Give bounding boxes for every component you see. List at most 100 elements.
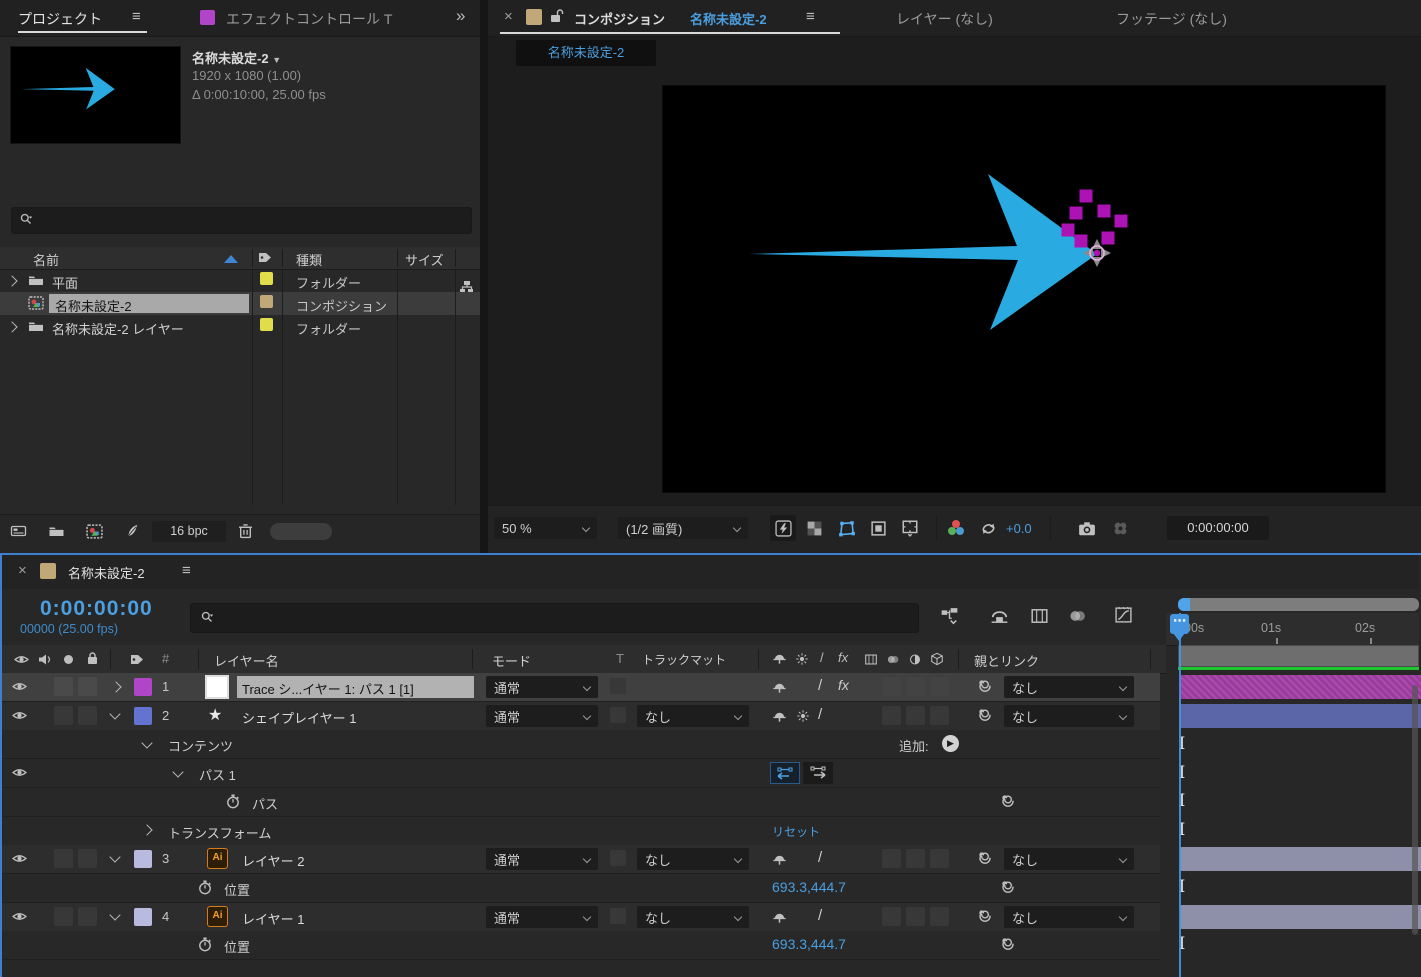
group-row-path1[interactable]: パス 1 [2, 759, 1160, 788]
column-parent-link[interactable]: 親とリンク [974, 651, 1039, 670]
solo-column-icon[interactable] [64, 655, 73, 664]
collapse-column-icon[interactable] [795, 652, 809, 666]
column-t[interactable]: T [616, 651, 624, 666]
label-column-tag-icon[interactable] [130, 653, 144, 666]
group-name[interactable]: コンテンツ [168, 736, 233, 755]
quality-switch-icon[interactable]: / [818, 849, 822, 866]
group-name[interactable]: トランスフォーム [168, 823, 271, 842]
collapse-chevron-icon[interactable] [141, 737, 153, 749]
layer-name[interactable]: Trace シ...イヤー 1: パス 1 [1] [242, 679, 414, 698]
stopwatch-icon[interactable] [197, 879, 213, 896]
layer-label-swatch[interactable] [134, 678, 152, 696]
timeline-scrollbar[interactable] [1412, 685, 1418, 935]
track-matte-dropdown[interactable]: なし [637, 906, 749, 928]
parent-dropdown[interactable]: なし [1004, 906, 1134, 928]
shy-switch-icon[interactable] [772, 853, 787, 867]
group-row-contents[interactable]: コンテンツ 追加: ▶ [2, 730, 1160, 759]
fx-column-icon[interactable]: fx [838, 650, 848, 665]
layer-label-swatch[interactable] [134, 707, 152, 725]
label-color-swatch[interactable] [260, 318, 273, 331]
label-color-swatch[interactable] [260, 272, 273, 285]
eye-icon[interactable] [12, 852, 27, 865]
parent-pickwhip-icon[interactable] [977, 908, 993, 924]
close-tab-icon[interactable]: × [18, 562, 27, 579]
comp-mini-flowchart-icon[interactable] [940, 607, 959, 625]
column-mode[interactable]: モード [492, 651, 531, 670]
shy-column-icon[interactable] [772, 652, 787, 666]
trash-icon[interactable] [238, 523, 253, 539]
layer-name[interactable]: レイヤー 1 [242, 909, 304, 928]
column-layer-name[interactable]: レイヤー名 [214, 651, 279, 670]
panel-menu-icon[interactable]: ≡ [132, 8, 141, 25]
comp-canvas[interactable] [662, 85, 1386, 493]
panel-menu-icon[interactable]: ≡ [806, 8, 815, 25]
bit-depth-button[interactable]: 16 bpc [152, 521, 226, 542]
current-timecode[interactable]: 0:00:00:00 [40, 597, 153, 621]
collapse-chevron-icon[interactable] [109, 708, 121, 720]
track-matte-dropdown[interactable]: なし [637, 705, 749, 727]
timeline-search-input[interactable] [190, 603, 919, 633]
preserve-transparency-checkbox[interactable] [610, 678, 626, 694]
panel-divider[interactable] [480, 0, 488, 553]
property-name[interactable]: パス [252, 794, 278, 813]
playhead-handle[interactable]: ⋯ [1170, 614, 1189, 634]
layer-name[interactable]: レイヤー 2 [242, 851, 304, 870]
property-name[interactable]: 位置 [224, 937, 250, 956]
parent-dropdown[interactable]: なし [1004, 676, 1134, 698]
eye-icon[interactable] [12, 709, 27, 722]
unlock-icon[interactable] [550, 9, 564, 24]
time-navigator[interactable] [1178, 598, 1419, 611]
exposure-reset-icon[interactable] [980, 520, 997, 537]
fx-switch-icon[interactable]: fx [838, 677, 849, 693]
path-direction-right-button[interactable] [803, 762, 833, 784]
quality-switch-icon[interactable]: / [818, 706, 822, 723]
column-size[interactable]: サイズ [405, 250, 444, 269]
new-folder-icon[interactable] [48, 524, 65, 539]
layer-row-3[interactable]: 3 Ai レイヤー 2 通常 なし / なし [2, 845, 1160, 874]
timeline-tab[interactable]: 名称未設定-2 [68, 563, 145, 582]
show-snapshot-icon[interactable] [1112, 520, 1129, 537]
comp-panel-comp-name[interactable]: 名称未設定-2 [690, 9, 767, 28]
quality-switch-icon[interactable]: / [818, 677, 822, 694]
property-row-position-2[interactable]: 位置 693.3,444.7 [2, 931, 1160, 960]
frame-blending-icon[interactable] [1030, 607, 1049, 625]
label-color-swatch[interactable] [260, 295, 273, 308]
eye-icon[interactable] [12, 766, 27, 779]
layer-row-2[interactable]: 2 ★ シェイプレイヤー 1 通常 なし / なし [2, 702, 1160, 731]
layer-duration-bar-1[interactable] [1180, 675, 1421, 699]
expand-chevron-icon[interactable] [6, 321, 18, 333]
adjustment-layer-column-icon[interactable] [908, 653, 922, 666]
tab-effect-controls[interactable]: エフェクトコントロール T [226, 9, 392, 29]
sort-ascending-icon[interactable] [224, 255, 238, 263]
close-tab-icon[interactable]: × [504, 8, 513, 25]
motion-blur-icon[interactable] [1068, 607, 1087, 625]
property-pickwhip-icon[interactable] [1000, 936, 1016, 952]
layer-label-swatch[interactable] [134, 850, 152, 868]
parent-pickwhip-icon[interactable] [977, 707, 993, 723]
threed-column-icon[interactable] [930, 652, 944, 666]
comp-timecode[interactable]: 0:00:00:00 [1167, 516, 1269, 540]
viewer-subtab[interactable]: 名称未設定-2 [516, 40, 656, 66]
blend-mode-dropdown[interactable]: 通常 [486, 676, 598, 698]
position-value[interactable]: 693.3,444.7 [772, 936, 846, 952]
layer-name[interactable]: シェイプレイヤー 1 [242, 708, 356, 727]
project-row-composition[interactable]: 名称未設定-2 コンポジション [0, 292, 480, 315]
layer-duration-bar-4[interactable] [1180, 905, 1421, 929]
reset-link[interactable]: リセット [772, 823, 820, 840]
project-preview-thumbnail[interactable] [10, 46, 181, 144]
stopwatch-icon[interactable] [197, 936, 213, 953]
transparency-grid-icon[interactable] [806, 520, 823, 537]
position-value[interactable]: 693.3,444.7 [772, 879, 846, 895]
column-name[interactable]: 名前 [33, 250, 59, 269]
stopwatch-icon[interactable] [225, 793, 241, 810]
group-row-transform[interactable]: トランスフォーム リセット [2, 817, 1160, 846]
time-ruler[interactable]: 00s 01s 02s [1166, 613, 1419, 646]
number-column[interactable]: # [162, 651, 169, 666]
fast-previews-icon[interactable] [775, 520, 792, 537]
layer-label-swatch[interactable] [134, 908, 152, 926]
group-name[interactable]: パス 1 [199, 765, 236, 784]
motion-blur-column-icon[interactable] [886, 653, 900, 666]
property-pickwhip-icon[interactable] [1000, 793, 1016, 809]
project-row-folder-layers[interactable]: 名称未設定-2 レイヤー フォルダー [0, 315, 480, 338]
region-of-interest-icon[interactable] [870, 520, 887, 537]
